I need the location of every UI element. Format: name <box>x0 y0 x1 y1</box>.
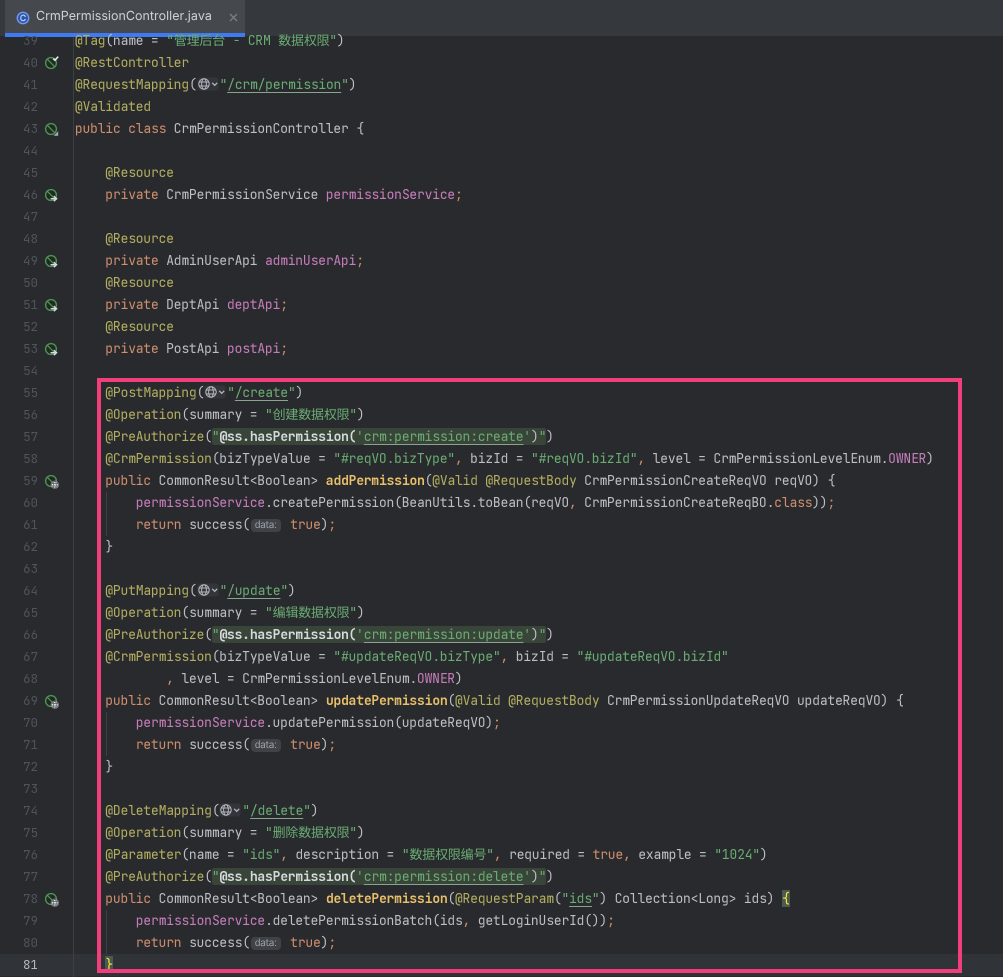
svg-text:C: C <box>20 14 26 24</box>
